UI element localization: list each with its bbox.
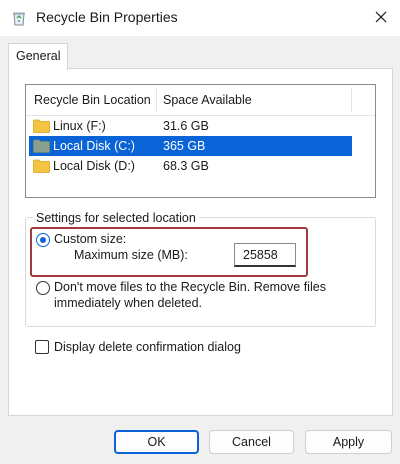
tab-general-label: General <box>16 49 61 63</box>
display-delete-confirmation-checkbox[interactable] <box>35 340 49 354</box>
folder-icon <box>33 139 50 153</box>
custom-size-radio[interactable] <box>36 233 50 247</box>
max-size-input[interactable]: 25858 <box>234 243 296 267</box>
dont-move-files-label-line1[interactable]: Don't move files to the Recycle Bin. Rem… <box>54 280 326 294</box>
recycle-bin-icon <box>11 10 27 26</box>
space-available: 31.6 GB <box>163 119 209 133</box>
dont-move-files-radio[interactable] <box>36 281 50 295</box>
cancel-button[interactable]: Cancel <box>209 430 294 454</box>
max-size-value: 25858 <box>243 248 278 262</box>
window-title: Recycle Bin Properties <box>36 9 178 25</box>
settings-group-title: Settings for selected location <box>33 211 199 225</box>
close-icon <box>374 10 388 27</box>
location-name: Local Disk (C:) <box>53 139 135 153</box>
max-size-label: Maximum size (MB): <box>74 248 188 262</box>
list-header: Recycle Bin Location Space Available <box>26 85 375 116</box>
display-delete-confirmation-label[interactable]: Display delete confirmation dialog <box>54 340 241 354</box>
ok-button[interactable]: OK <box>114 430 199 454</box>
folder-icon <box>33 159 50 173</box>
recycle-bin-location-list[interactable]: Recycle Bin Location Space Available Lin… <box>25 84 376 198</box>
folder-icon <box>33 119 50 133</box>
column-header-space[interactable]: Space Available <box>163 93 252 107</box>
close-button[interactable] <box>366 4 396 32</box>
list-item[interactable]: Local Disk (D:) 68.3 GB <box>29 156 352 176</box>
column-divider[interactable] <box>351 88 352 112</box>
column-divider[interactable] <box>156 88 157 112</box>
custom-size-label[interactable]: Custom size: <box>54 232 126 246</box>
location-name: Local Disk (D:) <box>53 159 135 173</box>
tab-general[interactable]: General <box>8 43 68 70</box>
column-header-location[interactable]: Recycle Bin Location <box>34 93 151 107</box>
dont-move-files-label-line2[interactable]: immediately when deleted. <box>54 296 202 310</box>
list-item[interactable]: Linux (F:) 31.6 GB <box>29 116 352 136</box>
apply-button[interactable]: Apply <box>305 430 392 454</box>
space-available: 365 GB <box>163 139 206 153</box>
location-name: Linux (F:) <box>53 119 106 133</box>
list-item-selected[interactable]: Local Disk (C:) 365 GB <box>29 136 352 156</box>
space-available: 68.3 GB <box>163 159 209 173</box>
